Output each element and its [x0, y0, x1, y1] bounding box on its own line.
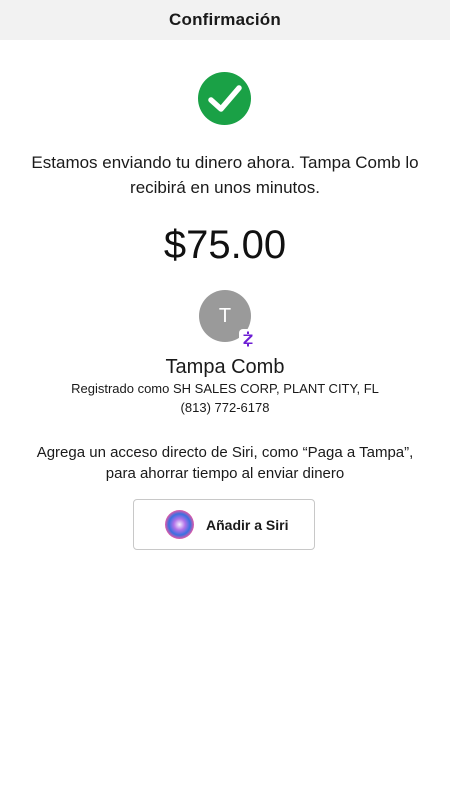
nav-bar: Confirmación — [0, 0, 450, 40]
registered-as: Registrado como SH SALES CORP, PLANT CIT… — [71, 381, 379, 396]
siri-icon — [165, 510, 194, 539]
recipient-name: Tampa Comb — [165, 356, 285, 378]
add-to-siri-button[interactable]: Añadir a Siri — [133, 499, 315, 550]
page-title: Confirmación — [169, 10, 281, 29]
confirmation-screen: Confirmación Estamos enviando tu dinero … — [0, 0, 450, 799]
checkmark-icon — [198, 72, 251, 125]
confirmation-message: Estamos enviando tu dinero ahora. Tampa … — [31, 153, 419, 197]
siri-shortcut-prompt: Agrega un acceso directo de Siri, como “… — [36, 444, 414, 482]
zelle-icon — [239, 329, 257, 349]
amount: $75.00 — [163, 223, 287, 267]
recipient-phone: (813) 772-6178 — [180, 400, 270, 415]
add-to-siri-label: Añadir a Siri — [206, 516, 289, 533]
avatar-initial: T — [218, 304, 232, 327]
